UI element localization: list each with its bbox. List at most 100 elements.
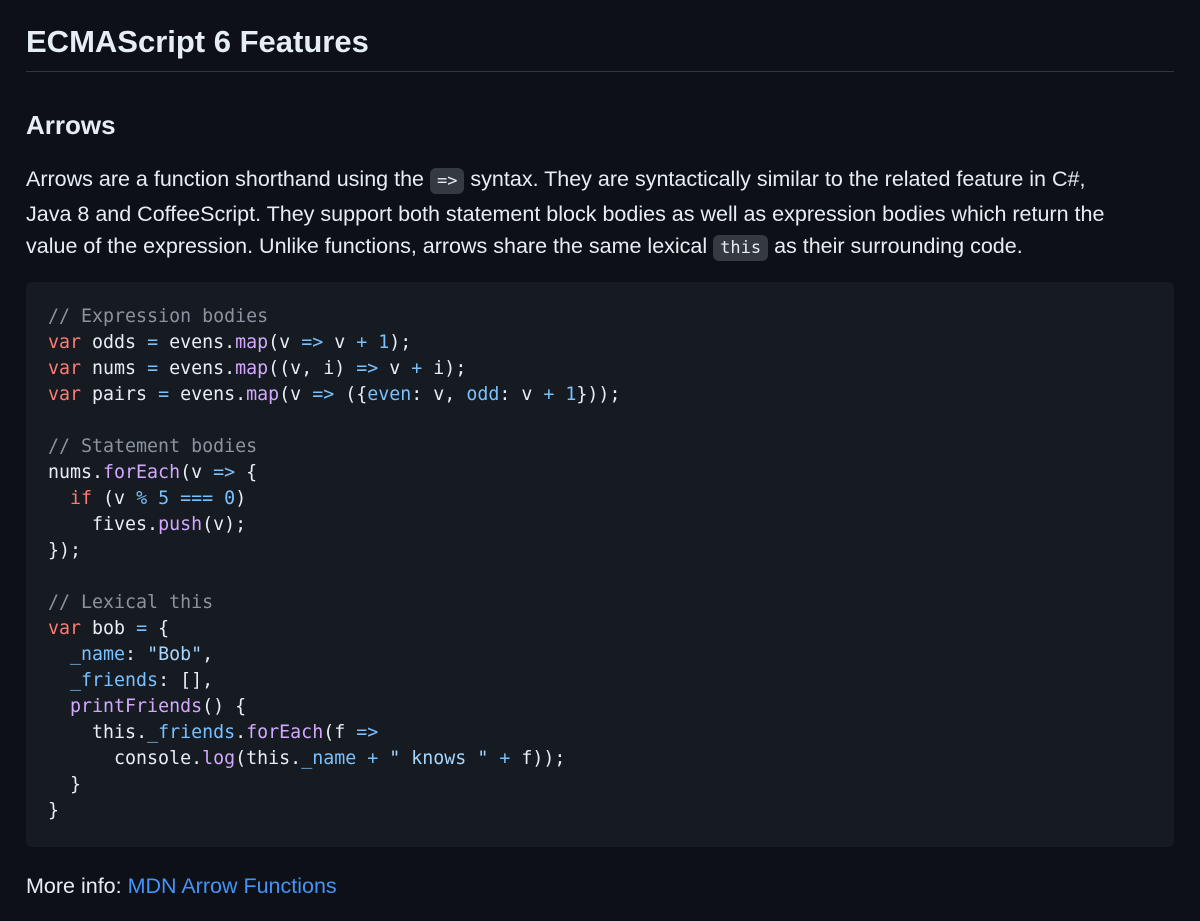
code-token-text: . <box>235 722 247 743</box>
code-token-text: v <box>378 358 412 379</box>
code-token-function: forEach <box>246 722 324 743</box>
code-token-text: (v <box>180 462 214 483</box>
code-token-text: ( <box>235 748 247 769</box>
paragraph-line: Arrows are a function shorthand using th… <box>26 163 1174 198</box>
paragraph-text: Arrows are a function shorthand using th… <box>26 167 430 191</box>
code-token-constant: + <box>543 384 555 405</box>
code-token-constant: => <box>312 384 335 405</box>
paragraph-line: value of the expression. Unlike function… <box>26 230 1174 265</box>
more-info-label: More info: <box>26 874 128 898</box>
code-token-keyword: var <box>48 618 82 639</box>
code-token-constant: = <box>158 384 170 405</box>
description-paragraph: Arrows are a function shorthand using th… <box>26 163 1174 265</box>
code-line: } <box>48 772 620 798</box>
code-line: var pairs = evens.map(v => ({even: v, od… <box>48 382 620 408</box>
code-token-text: ((v, i) <box>268 358 357 379</box>
code-token-text: (v); <box>202 514 247 535</box>
code-line: var nums = evens.map((v, i) => v + i); <box>48 356 620 382</box>
mdn-arrow-functions-link[interactable]: MDN Arrow Functions <box>128 874 337 898</box>
code-token-text: evens. <box>158 332 236 353</box>
more-info-line: More info: MDN Arrow Functions <box>26 870 337 902</box>
code-token-constant: = <box>136 618 148 639</box>
code-token-constant: 0 <box>224 488 236 509</box>
code-block[interactable]: // Expression bodies var odds = evens.map… <box>26 282 1174 847</box>
code-token-constant: _friends <box>147 722 236 743</box>
page-title: ECMAScript 6 Features <box>26 24 369 59</box>
code-token-constant: = <box>147 332 159 353</box>
code-token-constant: => <box>356 722 379 743</box>
paragraph-text: value of the expression. Unlike function… <box>26 234 714 258</box>
code-line: console.log(this._name + " knows " + f))… <box>48 746 620 772</box>
code-token-text: fives. <box>48 514 159 535</box>
code-token-text: v <box>323 332 357 353</box>
code-token-text: { <box>235 462 258 483</box>
code-token-function: map <box>235 332 269 353</box>
code-token-text: })); <box>576 384 621 405</box>
code-token-keyword: var <box>48 332 82 353</box>
code-token-comment: // Lexical this <box>48 592 214 613</box>
code-token-string: " knows " <box>389 748 489 769</box>
code-token-comment: // Statement bodies <box>48 436 258 457</box>
code-token-keyword: if <box>70 488 93 509</box>
code-token-keyword: var <box>48 358 82 379</box>
code-token-constant: + <box>499 748 511 769</box>
code-token-text: nums. <box>48 462 104 483</box>
code-token-constant: _friends <box>70 670 159 691</box>
code-token-string: "Bob" <box>147 644 203 665</box>
code-token-constant: === <box>180 488 214 509</box>
code-content[interactable]: // Expression bodies var odds = evens.map… <box>48 304 620 824</box>
code-token-constant: 5 <box>158 488 170 509</box>
inline-code: => <box>429 168 465 194</box>
code-token-constant: + <box>367 748 379 769</box>
code-token-text: (f <box>323 722 357 743</box>
code-token-text: odds <box>81 332 148 353</box>
code-token-constant: = <box>147 358 159 379</box>
code-line: } <box>48 798 620 824</box>
code-token-text: this <box>246 748 291 769</box>
code-token-constant: 1 <box>378 332 390 353</box>
code-token-constant: odd <box>466 384 500 405</box>
code-line: }); <box>48 538 620 564</box>
code-line: var odds = evens.map(v => v + 1); <box>48 330 620 356</box>
code-token-function: map <box>235 358 269 379</box>
code-token-constant: % <box>136 488 148 509</box>
code-token-text: ) <box>235 488 247 509</box>
code-token-text: f)); <box>510 748 566 769</box>
inline-code: this <box>713 235 769 261</box>
code-token-text: } <box>48 800 60 821</box>
code-line: if (v % 5 === 0) <box>48 486 620 512</box>
code-token-text: } <box>48 774 82 795</box>
code-token-text: }); <box>48 540 82 561</box>
code-token-text: : [], <box>158 670 214 691</box>
code-token-constant: 1 <box>565 384 577 405</box>
code-token-constant: + <box>356 332 368 353</box>
title-divider <box>26 71 1174 72</box>
code-token-comment: // Expression bodies <box>48 306 269 327</box>
code-token-text: evens. <box>158 358 236 379</box>
code-token-constant: _name <box>301 748 357 769</box>
code-token-text: : v, <box>411 384 467 405</box>
paragraph-line: Java 8 and CoffeeScript. They support bo… <box>26 198 1174 231</box>
code-token-function: forEach <box>103 462 181 483</box>
code-token-keyword: var <box>48 384 82 405</box>
code-token-function: printFriends <box>70 696 203 717</box>
code-token-text: nums <box>81 358 148 379</box>
section-heading-arrows: Arrows <box>26 110 116 140</box>
code-token-text: () { <box>202 696 247 717</box>
code-token-text: bob <box>81 618 137 639</box>
code-token-text: : <box>125 644 148 665</box>
code-token-constant: + <box>411 358 423 379</box>
code-token-text: { <box>147 618 170 639</box>
code-line: _friends: [], <box>48 668 620 694</box>
code-token-text: this <box>92 722 137 743</box>
